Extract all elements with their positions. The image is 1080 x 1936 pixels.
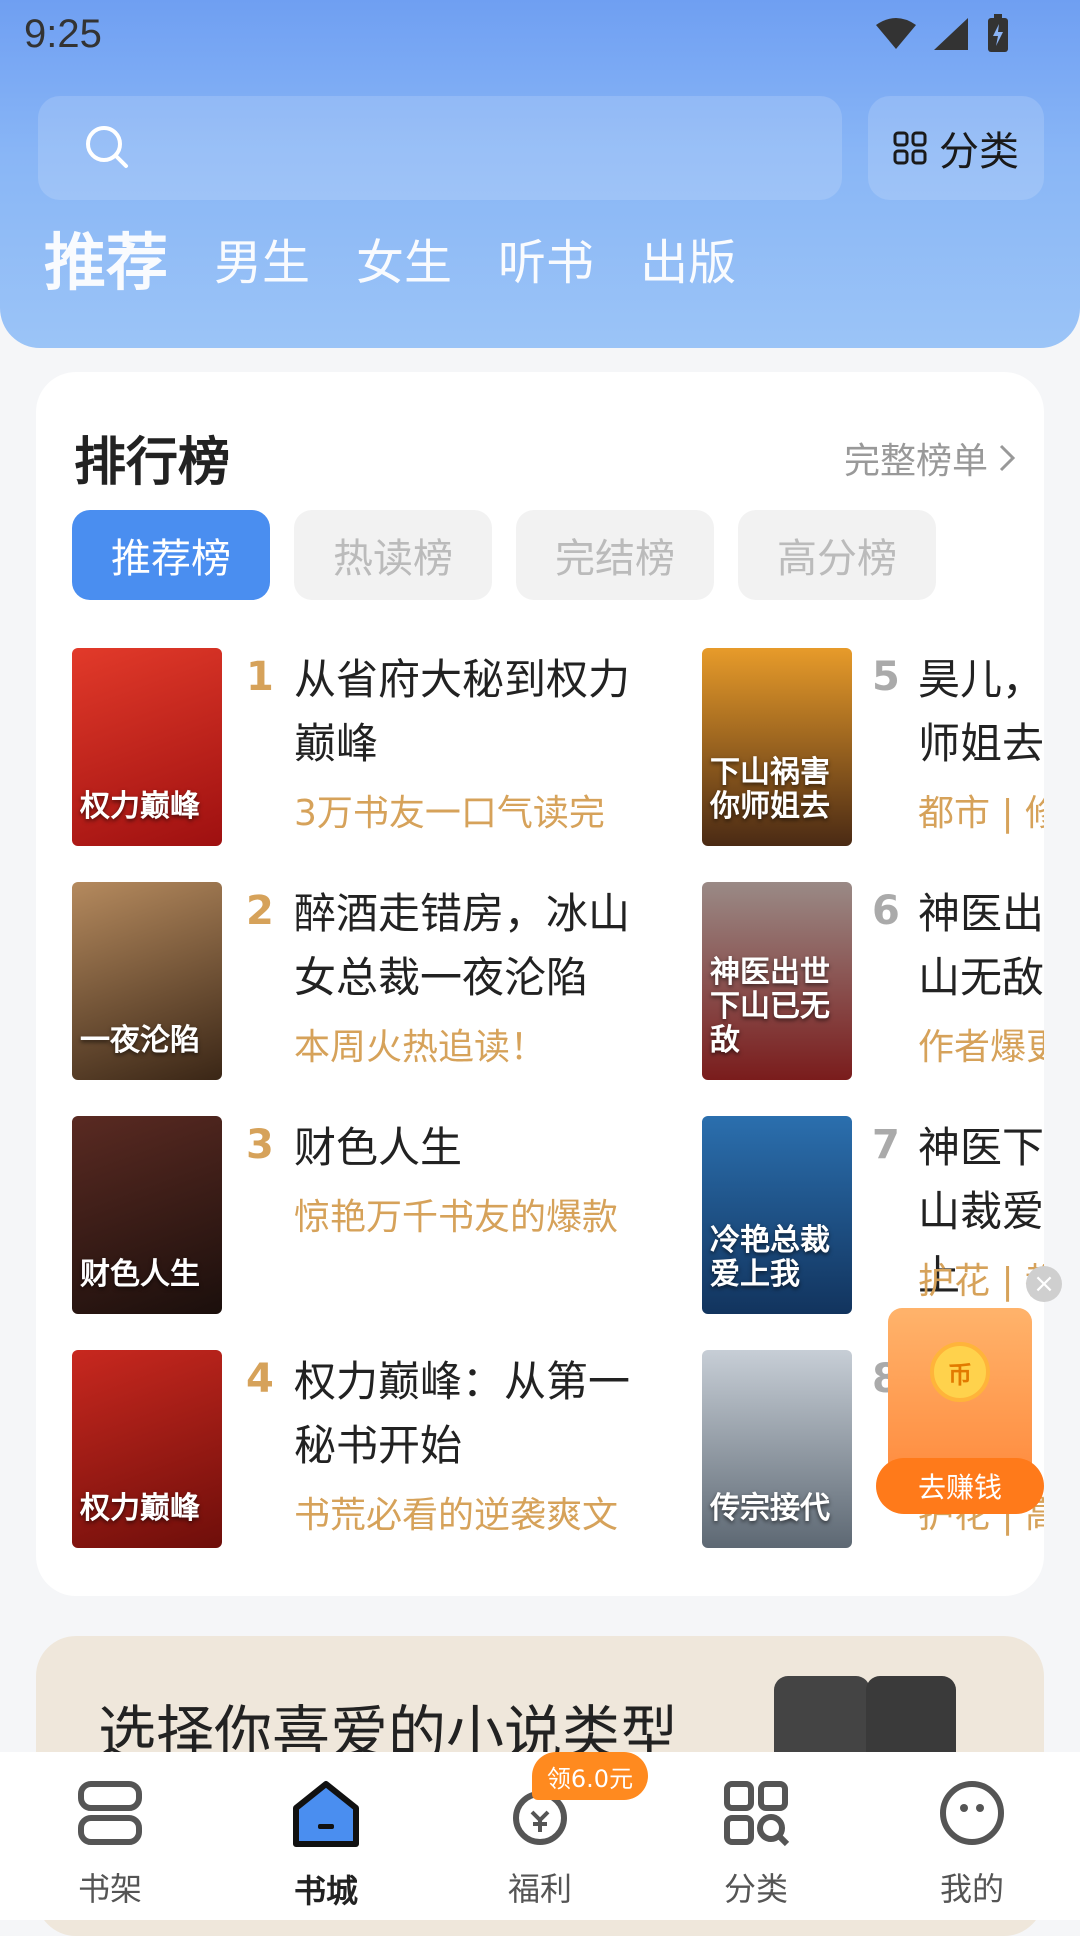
book-item-5[interactable]: 下山祸害你师姐去 5 昊儿，师姐去 都市 | 修 [702, 648, 1044, 846]
book-subtitle: 书荒必看的逆袭爽文 [294, 1495, 619, 1536]
book-title: 从省府大秘到权力巅峰 [294, 655, 631, 768]
book-subtitle: 3万书友一口气读完 [294, 793, 605, 834]
close-icon[interactable]: × [1026, 1266, 1062, 1302]
chip-recommend[interactable]: 推荐榜 [72, 510, 270, 600]
status-icons [876, 14, 1010, 54]
book-item-1[interactable]: 权力巅峰 1 从省府大秘到权力巅峰 3万书友一口气读完 [72, 648, 630, 846]
tab-female[interactable]: 女生 [356, 232, 452, 294]
wifi-icon [876, 18, 916, 49]
book-cover: 下山祸害你师姐去 [702, 648, 852, 846]
rank-number: 4 [246, 1356, 274, 1402]
profile-icon [940, 1781, 1004, 1845]
book-subtitle: 都市 | 修 [918, 793, 1044, 834]
rank-number: 2 [246, 888, 274, 934]
chip-high-score[interactable]: 高分榜 [738, 510, 936, 600]
search-icon [86, 126, 128, 168]
nav-label: 福利 [507, 1870, 572, 1908]
top-tabs: 推荐 男生 女生 听书 出版 [44, 232, 736, 294]
category-icon [724, 1781, 790, 1847]
book-cover: 一夜沦陷 [72, 882, 222, 1080]
chip-hot[interactable]: 热读榜 [294, 510, 492, 600]
nav-label: 书架 [77, 1870, 142, 1908]
cover-title: 神医出世下山已无敌 [710, 955, 830, 1058]
rank-number: 1 [246, 654, 274, 700]
rank-number: 6 [872, 888, 900, 934]
nav-mine[interactable]: 我的 [902, 1778, 1042, 1910]
book-cover: 冷艳总裁爱上我 [702, 1116, 852, 1314]
book-item-4[interactable]: 权力巅峰 4 权力巅峰：从第一秘书开始 书荒必看的逆袭爽文 [72, 1350, 630, 1548]
cover-title: 传宗接代 [710, 1491, 830, 1526]
coin-icon: 币 [930, 1342, 990, 1402]
rank-number: 7 [872, 1122, 900, 1168]
book-cover: 神医出世下山已无敌 [702, 882, 852, 1080]
chevron-right-icon [999, 444, 1016, 472]
rank-number: 3 [246, 1122, 274, 1168]
nav-label: 我的 [939, 1870, 1004, 1908]
book-title: 财色人生 [294, 1123, 463, 1172]
cover-title: 权力巅峰 [80, 1491, 200, 1526]
battery-icon [988, 14, 1008, 52]
book-cover: 传宗接代 [702, 1350, 852, 1548]
book-subtitle: 护花 | 都 [918, 1261, 1044, 1302]
nav-bookshelf[interactable]: 书架 [40, 1778, 180, 1910]
cover-title: 下山祸害你师姐去 [710, 755, 830, 824]
nav-category[interactable]: 分类 [686, 1778, 826, 1910]
cover-title: 财色人生 [80, 1257, 200, 1292]
cover-title: 一夜沦陷 [80, 1023, 200, 1058]
cover-title: 冷艳总裁爱上我 [710, 1223, 830, 1292]
book-title: 醉酒走错房，冰山女总裁一夜沦陷 [294, 889, 631, 1002]
signal-icon [934, 18, 968, 50]
book-subtitle: 作者爆更 [918, 1027, 1044, 1068]
book-subtitle: 惊艳万千书友的爆款 [294, 1197, 619, 1238]
ranking-chips: 推荐榜 热读榜 完结榜 高分榜 [72, 510, 936, 600]
nav-label: 书城 [293, 1872, 358, 1910]
book-cover: 权力巅峰 [72, 648, 222, 846]
book-title: 权力巅峰：从第一秘书开始 [294, 1357, 631, 1470]
book-item-2[interactable]: 一夜沦陷 2 醉酒走错房，冰山女总裁一夜沦陷 本周火热追读！ [72, 882, 630, 1080]
book-item-7[interactable]: 冷艳总裁爱上我 7 神医下山裁爱上 护花 | 都 [702, 1116, 1044, 1314]
welfare-badge: 领6.0元 [532, 1752, 648, 1800]
status-bar: 9:25 [0, 0, 1080, 76]
ranking-title: 排行榜 [74, 433, 231, 493]
bookshelf-icon [78, 1781, 142, 1845]
category-button-label: 分类 [939, 129, 1019, 175]
cover-title: 权力巅峰 [80, 789, 200, 824]
chip-finished[interactable]: 完结榜 [516, 510, 714, 600]
tab-recommend[interactable]: 推荐 [44, 232, 168, 294]
tab-audiobook[interactable]: 听书 [498, 232, 594, 294]
rank-number: 5 [872, 654, 900, 700]
nav-label: 分类 [723, 1870, 788, 1908]
tab-male[interactable]: 男生 [214, 232, 310, 294]
category-button[interactable]: 分类 [868, 96, 1044, 200]
tab-publishing[interactable]: 出版 [640, 232, 736, 294]
book-title: 昊儿，师姐去 [918, 655, 1044, 768]
home-icon [293, 1781, 359, 1847]
earn-money-button[interactable]: 去赚钱 [876, 1458, 1044, 1514]
full-list-label: 完整榜单 [843, 441, 988, 482]
grid-icon [893, 131, 927, 165]
book-title: 神医出山无敌 [918, 889, 1044, 1002]
full-list-link[interactable]: 完整榜单 [844, 432, 1016, 484]
book-cover: 财色人生 [72, 1116, 222, 1314]
nav-bookstore[interactable]: 书城 [256, 1778, 396, 1912]
book-item-3[interactable]: 财色人生 3 财色人生 惊艳万千书友的爆款 [72, 1116, 618, 1314]
book-subtitle: 本周火热追读！ [294, 1027, 547, 1068]
book-cover: 权力巅峰 [72, 1350, 222, 1548]
book-item-6[interactable]: 神医出世下山已无敌 6 神医出山无敌 作者爆更 [702, 882, 1044, 1080]
search-bar[interactable] [38, 96, 842, 200]
status-time: 9:25 [24, 12, 102, 56]
